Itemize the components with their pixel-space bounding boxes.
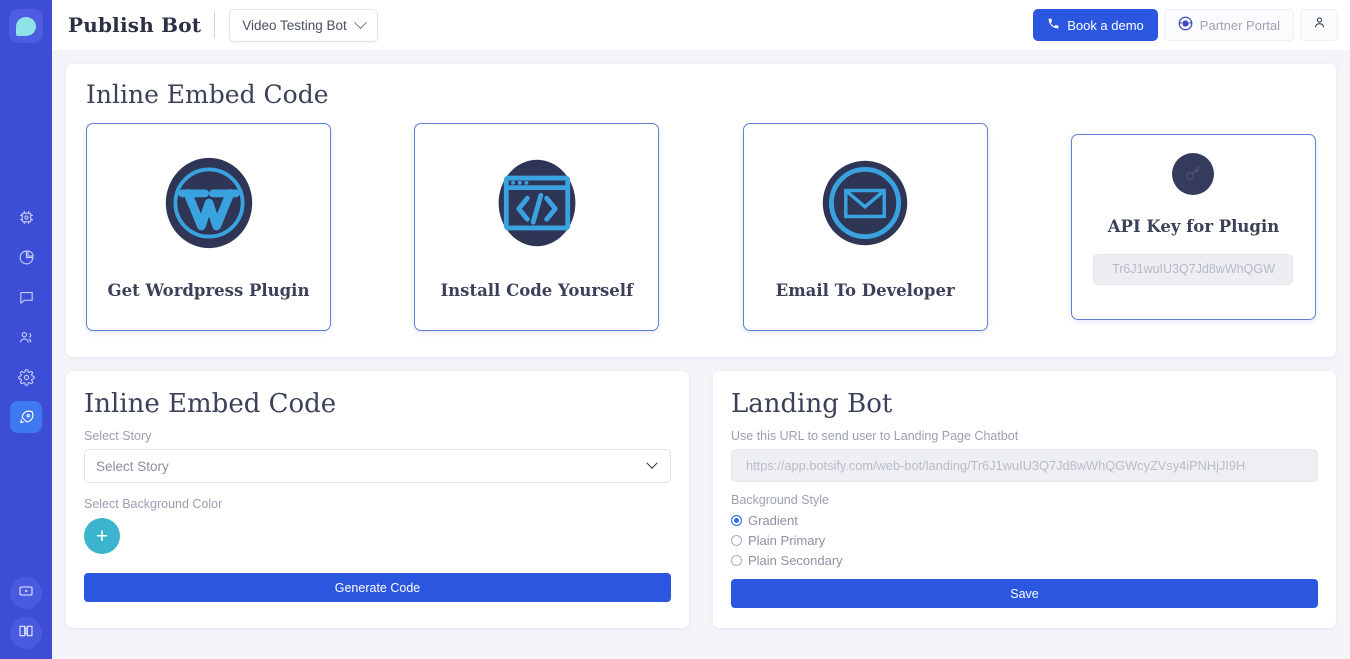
save-row: Save xyxy=(731,579,1318,608)
radio-label-plain-primary[interactable]: Plain Primary xyxy=(748,533,825,548)
sidebar-bottom xyxy=(10,577,42,649)
email-circle-icon xyxy=(817,155,913,251)
header-divider xyxy=(214,12,215,38)
select-story-value: Select Story xyxy=(96,459,169,474)
card-get-wordpress-plugin[interactable]: Get Wordpress Plugin xyxy=(86,123,331,331)
app-root: Publish Bot Video Testing Bot Book a dem… xyxy=(0,0,1350,659)
sidebar-item-analytics[interactable] xyxy=(10,241,42,273)
card-label: API Key for Plugin xyxy=(1108,217,1280,236)
chevron-down-icon xyxy=(646,458,657,469)
sidebar-item-cpu[interactable] xyxy=(10,201,42,233)
landing-bot-panel: Landing Bot Use this URL to send user to… xyxy=(713,371,1336,628)
embed-cards-row: Get Wordpress Plugin xyxy=(86,123,1316,331)
radio-row-plain-primary[interactable]: Plain Primary xyxy=(731,533,1318,548)
save-button[interactable]: Save xyxy=(731,579,1318,608)
radio-plain-primary[interactable] xyxy=(731,535,742,546)
card-label: Get Wordpress Plugin xyxy=(108,281,310,300)
card-api-key-for-plugin[interactable]: API Key for Plugin Tr6J1wuIU3Q7Jd8wWhQGW xyxy=(1071,134,1316,320)
users-icon xyxy=(18,329,35,346)
card-install-code-yourself[interactable]: Install Code Yourself xyxy=(414,123,659,331)
partner-portal-label: Partner Portal xyxy=(1200,18,1280,33)
chat-bubble-icon xyxy=(18,289,35,306)
card-label: Install Code Yourself xyxy=(440,281,633,300)
sidebar-item-conversations[interactable] xyxy=(10,281,42,313)
book-demo-label: Book a demo xyxy=(1067,18,1144,33)
embed-panel-title: Inline Embed Code xyxy=(86,80,1316,109)
chat-bubble-logo-icon xyxy=(16,17,36,36)
book-icon xyxy=(18,623,34,644)
embed-code-panel: Inline Embed Code Get Wordpress xyxy=(66,64,1336,357)
generate-code-button[interactable]: Generate Code xyxy=(84,573,671,602)
plus-icon: + xyxy=(96,526,108,547)
user-icon xyxy=(1312,15,1327,35)
book-demo-button[interactable]: Book a demo xyxy=(1033,9,1158,41)
landing-url-input[interactable]: https://app.botsify.com/web-bot/landing/… xyxy=(731,449,1318,482)
sidebar-logo[interactable] xyxy=(9,9,43,43)
card-label: Email To Developer xyxy=(776,281,955,300)
rocket-icon xyxy=(18,409,35,426)
partner-badge-icon xyxy=(1178,16,1193,34)
bottom-panels-row: Inline Embed Code Select Story Select St… xyxy=(66,371,1336,628)
code-window-icon xyxy=(489,155,585,251)
add-background-color-button[interactable]: + xyxy=(84,518,120,554)
main-area: Publish Bot Video Testing Bot Book a dem… xyxy=(52,0,1350,659)
video-play-icon xyxy=(18,583,34,604)
radio-label-gradient[interactable]: Gradient xyxy=(748,513,798,528)
partner-portal-button[interactable]: Partner Portal xyxy=(1164,9,1294,41)
wordpress-icon xyxy=(161,155,257,251)
gear-icon xyxy=(18,369,35,386)
card-email-to-developer[interactable]: Email To Developer xyxy=(743,123,988,331)
bot-selector[interactable]: Video Testing Bot xyxy=(229,9,378,42)
key-icon xyxy=(1172,153,1214,195)
landing-url-hint: Use this URL to send user to Landing Pag… xyxy=(731,429,1318,443)
inline-embed-title: Inline Embed Code xyxy=(84,389,671,419)
user-menu-button[interactable] xyxy=(1300,9,1338,41)
page-content: Inline Embed Code Get Wordpress xyxy=(52,50,1350,659)
radio-row-gradient[interactable]: Gradient xyxy=(731,513,1318,528)
select-story-label: Select Story xyxy=(84,429,671,443)
radio-label-plain-secondary[interactable]: Plain Secondary xyxy=(748,553,843,568)
select-story-dropdown[interactable]: Select Story xyxy=(84,449,671,483)
radio-gradient[interactable] xyxy=(731,515,742,526)
sidebar xyxy=(0,0,52,659)
background-color-label: Select Background Color xyxy=(84,497,671,511)
sidebar-item-settings[interactable] xyxy=(10,361,42,393)
api-key-input[interactable]: Tr6J1wuIU3Q7Jd8wWhQGW xyxy=(1093,254,1293,285)
radio-plain-secondary[interactable] xyxy=(731,555,742,566)
background-style-label: Background Style xyxy=(731,493,1318,507)
generate-code-row: Generate Code xyxy=(84,573,671,602)
bot-selector-label: Video Testing Bot xyxy=(242,18,347,33)
radio-row-plain-secondary[interactable]: Plain Secondary xyxy=(731,553,1318,568)
inline-embed-code-panel: Inline Embed Code Select Story Select St… xyxy=(66,371,689,628)
chevron-down-icon xyxy=(354,16,367,29)
sidebar-item-documentation[interactable] xyxy=(10,617,42,649)
phone-icon xyxy=(1047,17,1060,33)
sidebar-nav xyxy=(10,201,42,433)
bg-color-group: Select Background Color + xyxy=(84,497,671,554)
cpu-chip-icon xyxy=(18,209,35,226)
sidebar-item-users[interactable] xyxy=(10,321,42,353)
background-style-group: Background Style Gradient Plain Primary … xyxy=(731,493,1318,568)
sidebar-item-publish[interactable] xyxy=(10,401,42,433)
brand-title: Publish Bot xyxy=(68,13,214,37)
sidebar-item-video-tutorials[interactable] xyxy=(10,577,42,609)
top-header: Publish Bot Video Testing Bot Book a dem… xyxy=(52,0,1350,50)
pie-chart-icon xyxy=(18,249,35,266)
landing-bot-title: Landing Bot xyxy=(731,389,1318,419)
